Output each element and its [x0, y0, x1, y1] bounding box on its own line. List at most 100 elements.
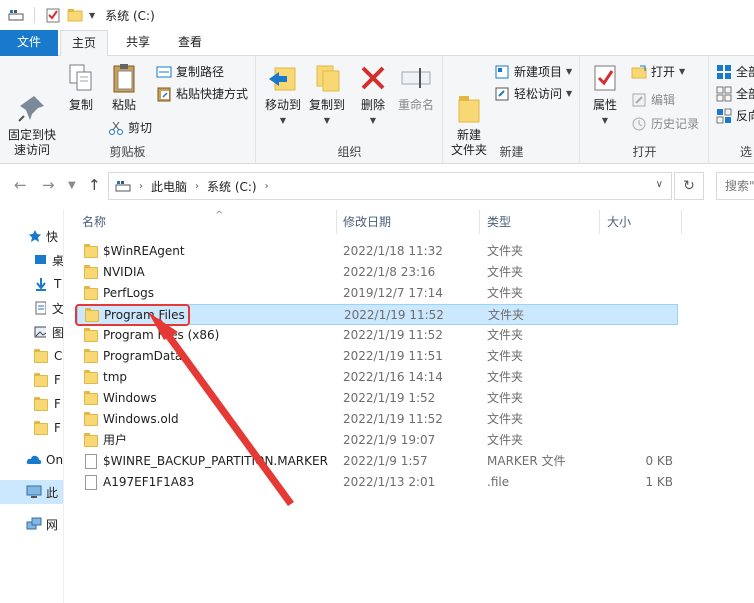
rename-label: 重命名 [397, 98, 434, 112]
customize-toolbar-icon[interactable]: ▼ [89, 11, 95, 20]
edit-button[interactable]: 编辑 [631, 90, 675, 110]
delete-label: 删除 [360, 98, 385, 112]
rename-button[interactable]: 重命名 [393, 62, 439, 113]
folder-icon [84, 412, 98, 427]
file-row[interactable]: 用户 2022/1/9 19:07 文件夹 [77, 430, 678, 451]
file-row[interactable]: PerfLogs 2019/12/7 17:14 文件夹 [77, 283, 678, 304]
file-type: 文件夹 [487, 433, 524, 447]
move-to-button[interactable]: 移动到 ▼ [261, 62, 305, 128]
nav-item-label: F [54, 373, 61, 387]
file-size [602, 305, 674, 326]
nav-item-pictures[interactable]: 图 [0, 320, 63, 344]
select-all-label: 全部 [736, 65, 754, 79]
new-group: 新建 文件夹 新建项目 ▼ 轻松访问 ▼ 新建 [444, 56, 580, 164]
tab-file[interactable]: 文件 [0, 30, 58, 56]
file-name: $WinREAgent [103, 244, 185, 258]
file-row[interactable]: Windows 2022/1/19 1:52 文件夹 [77, 388, 678, 409]
folder-icon [34, 373, 48, 387]
nav-item-label: 此 [46, 485, 59, 500]
file-row[interactable]: Windows.old 2022/1/19 11:52 文件夹 [77, 409, 678, 430]
file-size [601, 283, 673, 304]
nav-item-desktop[interactable]: 桌 [0, 248, 63, 272]
new-item-button[interactable]: 新建项目 ▼ [494, 62, 572, 82]
open-dropdown-icon: ▼ [679, 67, 686, 76]
recent-locations-icon[interactable]: ▼ [68, 180, 76, 191]
cut-button[interactable]: 剪切 [108, 118, 152, 138]
easy-access-button[interactable]: 轻松访问 ▼ [494, 84, 572, 104]
history-icon [631, 116, 647, 132]
column-header-size[interactable]: 大小 [602, 210, 682, 234]
properties-check-icon[interactable] [45, 7, 61, 23]
invert-selection-button[interactable]: 反向 [716, 106, 754, 126]
file-type: 文件夹 [487, 412, 524, 426]
nav-item-label: 快 [46, 229, 59, 244]
breadcrumb-chevron-icon[interactable]: › [265, 181, 269, 192]
address-dropdown-icon[interactable]: ∨ [656, 179, 663, 190]
copy-button[interactable]: 复制 [64, 62, 98, 113]
column-header-type[interactable]: 类型 [482, 210, 600, 234]
file-name: NVIDIA [103, 265, 145, 279]
properties-icon [589, 62, 621, 94]
copy-label: 复制 [68, 98, 93, 112]
properties-button[interactable]: 属性 ▼ [587, 62, 623, 128]
nav-item-this-pc[interactable]: 此 [0, 480, 63, 504]
nav-item-downloads[interactable]: T [0, 272, 63, 296]
nav-item-folder[interactable]: F [0, 392, 63, 416]
search-input[interactable]: 搜索" [716, 172, 754, 200]
file-row[interactable]: ProgramData 2022/1/19 11:51 文件夹 [77, 346, 678, 367]
ribbon: 固定到快 速访问 复制 粘贴 复制路径 粘贴快捷方式 剪切 剪贴板 移动到 ▼ … [0, 56, 754, 164]
column-header-name[interactable]: 名称 ^ [77, 210, 337, 234]
up-arrow-icon[interactable]: ↑ [88, 176, 101, 194]
copy-to-label: 复制到 [308, 98, 345, 112]
file-row[interactable]: tmp 2022/1/16 14:14 文件夹 [77, 367, 678, 388]
file-date: 2022/1/13 2:01 [343, 475, 436, 489]
paste-button[interactable]: 粘贴 [104, 62, 144, 113]
easy-access-icon [494, 86, 510, 102]
select-none-button[interactable]: 全部 [716, 84, 754, 104]
file-row[interactable]: Program Files (x86) 2022/1/19 11:52 文件夹 [77, 325, 678, 346]
file-row[interactable]: $WINRE_BACKUP_PARTITION.MARKER 2022/1/9 1… [77, 451, 678, 472]
column-header-date[interactable]: 修改日期 [338, 210, 480, 234]
delete-button[interactable]: 删除 ▼ [355, 62, 391, 128]
nav-item-documents[interactable]: 文 [0, 296, 63, 320]
forward-arrow-icon[interactable]: → [42, 176, 55, 194]
nav-item-folder[interactable]: C [0, 344, 63, 368]
open-button[interactable]: 打开 ▼ [631, 62, 685, 82]
navigation-pane: 快 桌 T 文 图 C F F F On 此 网 [0, 210, 64, 603]
folder-icon [34, 397, 48, 411]
back-arrow-icon[interactable]: ← [14, 176, 27, 194]
nav-item-onedrive[interactable]: On [0, 448, 63, 472]
breadcrumb-this-pc[interactable]: 此电脑 [151, 178, 187, 195]
breadcrumb-chevron-icon[interactable]: › [139, 181, 143, 192]
folder-icon [84, 391, 98, 406]
file-row[interactable]: NVIDIA 2022/1/8 23:16 文件夹 [77, 262, 678, 283]
select-all-button[interactable]: 全部 [716, 62, 754, 82]
nav-item-network[interactable]: 网 [0, 512, 63, 536]
breadcrumb-chevron-icon[interactable]: › [195, 181, 199, 192]
copy-to-button[interactable]: 复制到 ▼ [305, 62, 349, 128]
refresh-icon: ↻ [683, 178, 695, 194]
select-none-label: 全部 [736, 87, 754, 101]
tab-home[interactable]: 主页 [60, 30, 108, 57]
new-folder-icon[interactable] [67, 7, 83, 23]
copy-path-button[interactable]: 复制路径 [156, 62, 224, 82]
address-bar[interactable]: › 此电脑 › 系统 (C:) › ∨ [108, 172, 672, 200]
refresh-button[interactable]: ↻ [674, 172, 704, 200]
nav-item-folder[interactable]: F [0, 368, 63, 392]
nav-item-folder[interactable]: F [0, 416, 63, 440]
organize-group-label: 组织 [337, 145, 362, 159]
paste-shortcut-button[interactable]: 粘贴快捷方式 [156, 84, 248, 104]
file-row[interactable]: $WinREAgent 2022/1/18 11:32 文件夹 [77, 241, 678, 262]
tab-share[interactable]: 共享 [116, 30, 160, 56]
new-item-label: 新建项目 [514, 65, 563, 79]
file-row[interactable]: A197EF1F1A83 2022/1/13 2:01 .file 1 KB [77, 472, 678, 493]
file-type: MARKER 文件 [487, 454, 566, 468]
file-type: .file [487, 475, 510, 489]
breadcrumb-drive-c[interactable]: 系统 (C:) [207, 178, 257, 195]
open-group-label: 打开 [632, 145, 657, 159]
history-button[interactable]: 历史记录 [631, 114, 699, 134]
tab-view[interactable]: 查看 [168, 30, 212, 56]
folder-icon [34, 349, 48, 363]
quick-access-toolbar: ▼ [0, 7, 95, 23]
nav-item-quick-access[interactable]: 快 [0, 224, 63, 248]
